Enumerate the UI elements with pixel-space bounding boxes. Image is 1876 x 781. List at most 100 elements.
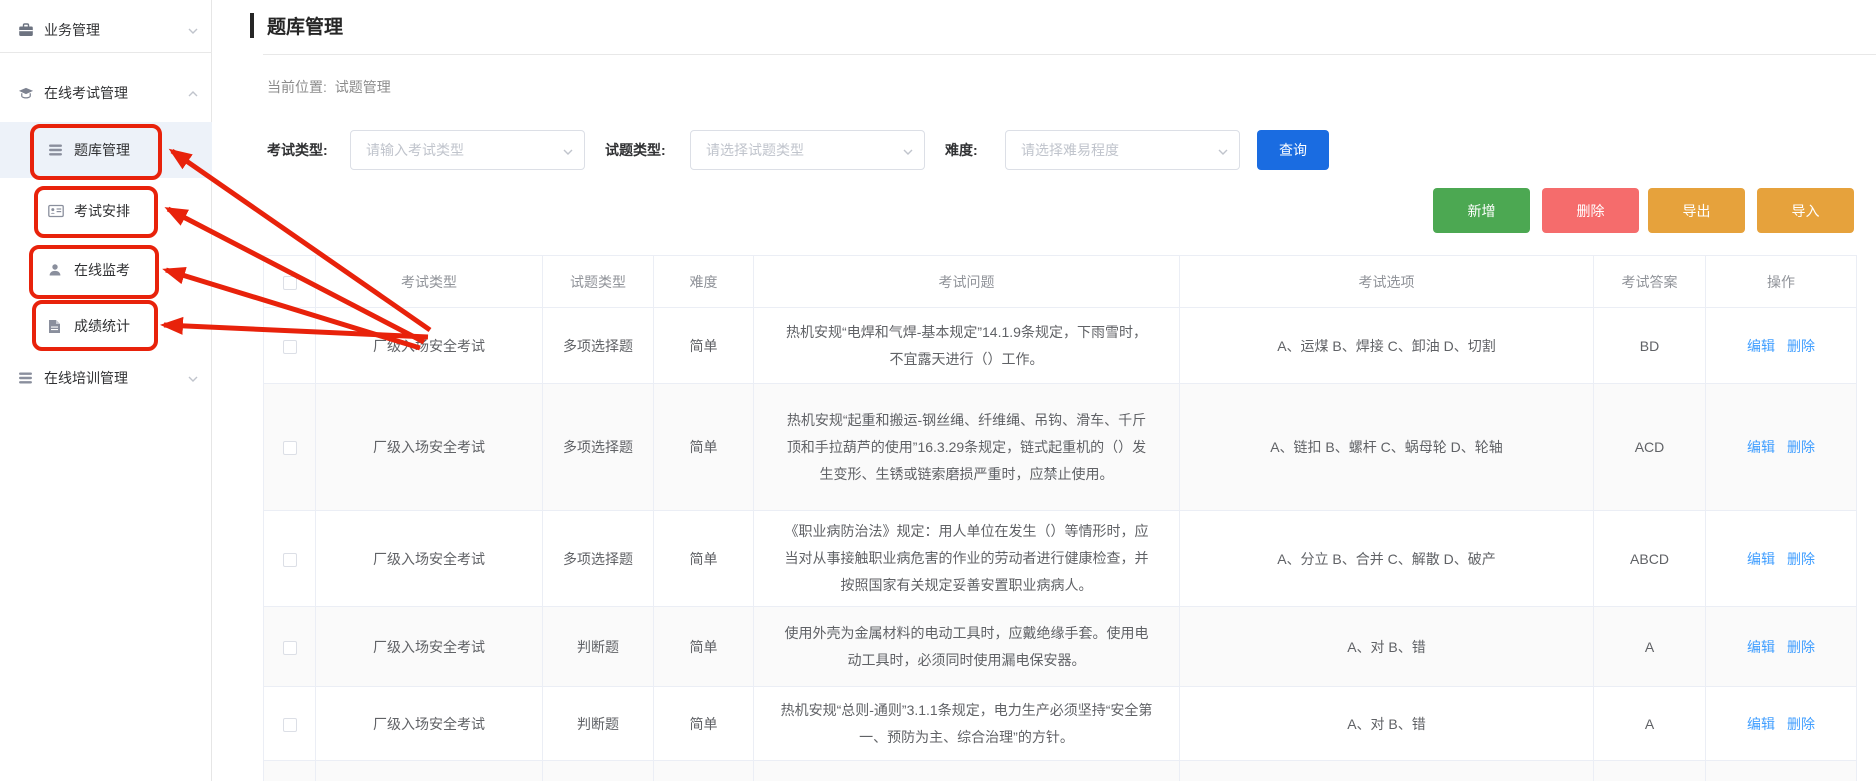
- question-table: 考试类型 试题类型 难度 考试问题 考试选项 考试答案 操作 厂级入场安全考试 …: [263, 255, 1857, 781]
- breadcrumb-label: 当前位置:: [267, 79, 327, 95]
- cell-question: 热机安规“电焊和气焊-基本规定”14.1.9条规定，下雨雪时，不宜露天进行（）工…: [754, 308, 1180, 384]
- cell-exam-type: 厂级入场安全考试: [316, 511, 543, 607]
- add-button[interactable]: 新增: [1433, 188, 1530, 233]
- page-title: 题库管理: [267, 12, 343, 39]
- cell-options: [1180, 761, 1594, 781]
- briefcase-icon: [18, 22, 34, 38]
- table-row: 厂级入场安全考试 多项选择题 简单 《职业病防治法》规定：用人单位在发生（）等情…: [264, 511, 1857, 607]
- question-table-body: 厂级入场安全考试 多项选择题 简单 热机安规“电焊和气焊-基本规定”14.1.9…: [264, 308, 1857, 781]
- row-checkbox[interactable]: [283, 718, 297, 732]
- cell-options: A、分立 B、合并 C、解散 D、破产: [1180, 511, 1594, 607]
- delete-link[interactable]: 删除: [1787, 338, 1815, 354]
- edit-link[interactable]: 编辑: [1747, 338, 1775, 354]
- col-question: 考试问题: [754, 256, 1180, 308]
- delete-link[interactable]: 删除: [1787, 639, 1815, 655]
- import-button[interactable]: 导入: [1757, 188, 1854, 233]
- sidebar-item-label: 在线考试管理: [44, 83, 128, 103]
- cell-answer: A: [1594, 607, 1706, 687]
- cell-options: A、运煤 B、焊接 C、卸油 D、切割: [1180, 308, 1594, 384]
- cell-question-type: 多项选择题: [543, 308, 654, 384]
- edit-link[interactable]: 编辑: [1747, 639, 1775, 655]
- cell-exam-type: 厂级入场安全考试: [316, 308, 543, 384]
- exam-type-input[interactable]: [351, 131, 584, 169]
- chevron-down-icon: [902, 145, 914, 163]
- cell-question: 《职业病防治法》规定：用人单位在发生（）等情形时，应当对从事接触职业病危害的作业…: [754, 511, 1180, 607]
- delete-link[interactable]: 删除: [1787, 551, 1815, 567]
- sidebar-item-online-proctor[interactable]: 在线监考: [0, 242, 212, 298]
- cell-exam-type: 厂级入场安全考试: [316, 607, 543, 687]
- col-difficulty: 难度: [654, 256, 754, 308]
- sidebar-item-score-stats[interactable]: 成绩统计: [0, 300, 212, 352]
- col-question-type: 试题类型: [543, 256, 654, 308]
- sidebar-item-label: 考试安排: [74, 201, 130, 221]
- sidebar-item-label: 题库管理: [74, 140, 130, 160]
- cell-answer: BD: [1594, 308, 1706, 384]
- cell-question: [754, 761, 1180, 781]
- cell-answer: A: [1594, 687, 1706, 761]
- difficulty-select[interactable]: [1006, 131, 1239, 169]
- question-type-select-wrap: [690, 130, 925, 170]
- sidebar: 业务管理 在线考试管理 题库管理 考试安排 在线监考: [0, 0, 212, 781]
- cell-answer: ACD: [1594, 384, 1706, 511]
- export-button[interactable]: 导出: [1648, 188, 1745, 233]
- delete-link[interactable]: 删除: [1787, 716, 1815, 732]
- cell-question: 热机安规“起重和搬运-钢丝绳、纤维绳、吊钩、滑车、千斤顶和手拉葫芦的使用”16.…: [754, 384, 1180, 511]
- chevron-down-icon: [187, 372, 199, 388]
- page-title-block: 题库管理: [250, 12, 343, 39]
- sidebar-item-label: 业务管理: [44, 20, 100, 40]
- col-answer: 考试答案: [1594, 256, 1706, 308]
- cell-difficulty: 简单: [654, 308, 754, 384]
- cell-options: A、对 B、错: [1180, 687, 1594, 761]
- graduation-cap-icon: [18, 85, 34, 101]
- question-table-wrap: 考试类型 试题类型 难度 考试问题 考试选项 考试答案 操作 厂级入场安全考试 …: [263, 255, 1856, 781]
- user-icon: [48, 262, 64, 278]
- delete-button[interactable]: 删除: [1542, 188, 1639, 233]
- select-all-checkbox[interactable]: [283, 276, 297, 290]
- question-type-select[interactable]: [691, 131, 924, 169]
- sidebar-divider: [0, 52, 212, 53]
- sidebar-item-question-bank[interactable]: 题库管理: [0, 122, 212, 178]
- row-checkbox[interactable]: [283, 553, 297, 567]
- row-checkbox[interactable]: [283, 340, 297, 354]
- edit-link[interactable]: 编辑: [1747, 716, 1775, 732]
- query-button[interactable]: 查询: [1257, 130, 1329, 170]
- document-icon: [48, 318, 64, 334]
- cell-exam-type: [316, 761, 543, 781]
- cell-difficulty: 简单: [654, 687, 754, 761]
- id-card-icon: [48, 203, 64, 219]
- table-row: 厂级入场安全考试 多项选择题 简单 热机安规“电焊和气焊-基本规定”14.1.9…: [264, 308, 1857, 384]
- difficulty-label: 难度:: [945, 130, 978, 170]
- title-accent-bar: [250, 13, 254, 38]
- sidebar-item-exam-schedule[interactable]: 考试安排: [0, 184, 212, 238]
- question-bank-page: { "sidebar": { "business": { "label": "业…: [0, 0, 1876, 781]
- cell-question-type: [543, 761, 654, 781]
- row-checkbox[interactable]: [283, 441, 297, 455]
- cell-difficulty: 简单: [654, 384, 754, 511]
- delete-link[interactable]: 删除: [1787, 439, 1815, 455]
- chevron-down-icon: [187, 24, 199, 40]
- chevron-down-icon: [1217, 145, 1229, 163]
- cell-question-type: 判断题: [543, 687, 654, 761]
- breadcrumb: 当前位置: 试题管理: [267, 77, 395, 97]
- sidebar-item-online-exam[interactable]: 在线考试管理: [0, 70, 212, 116]
- cell-question-type: 判断题: [543, 607, 654, 687]
- edit-link[interactable]: 编辑: [1747, 551, 1775, 567]
- edit-link[interactable]: 编辑: [1747, 439, 1775, 455]
- table-row: 厂级入场安全考试 多项选择题 简单 热机安规“起重和搬运-钢丝绳、纤维绳、吊钩、…: [264, 384, 1857, 511]
- cell-exam-type: 厂级入场安全考试: [316, 384, 543, 511]
- chevron-up-icon: [187, 87, 199, 103]
- sidebar-item-online-training[interactable]: 在线培训管理: [0, 354, 212, 402]
- header-divider: [263, 54, 1876, 55]
- row-checkbox[interactable]: [283, 641, 297, 655]
- sidebar-item-label: 在线监考: [74, 260, 130, 280]
- table-row: 厂级入场安全考试 判断题 简单 使用外壳为金属材料的电动工具时，应戴绝缘手套。使…: [264, 607, 1857, 687]
- sidebar-item-label: 成绩统计: [74, 316, 130, 336]
- sidebar-item-business[interactable]: 业务管理: [0, 8, 212, 52]
- exam-type-input-wrap: [350, 130, 585, 170]
- cell-question-type: 多项选择题: [543, 384, 654, 511]
- exam-type-label: 考试类型:: [267, 130, 328, 170]
- sidebar-item-label: 在线培训管理: [44, 368, 128, 388]
- server-bars-icon: [18, 370, 34, 386]
- col-exam-type: 考试类型: [316, 256, 543, 308]
- list-bars-icon: [48, 142, 64, 158]
